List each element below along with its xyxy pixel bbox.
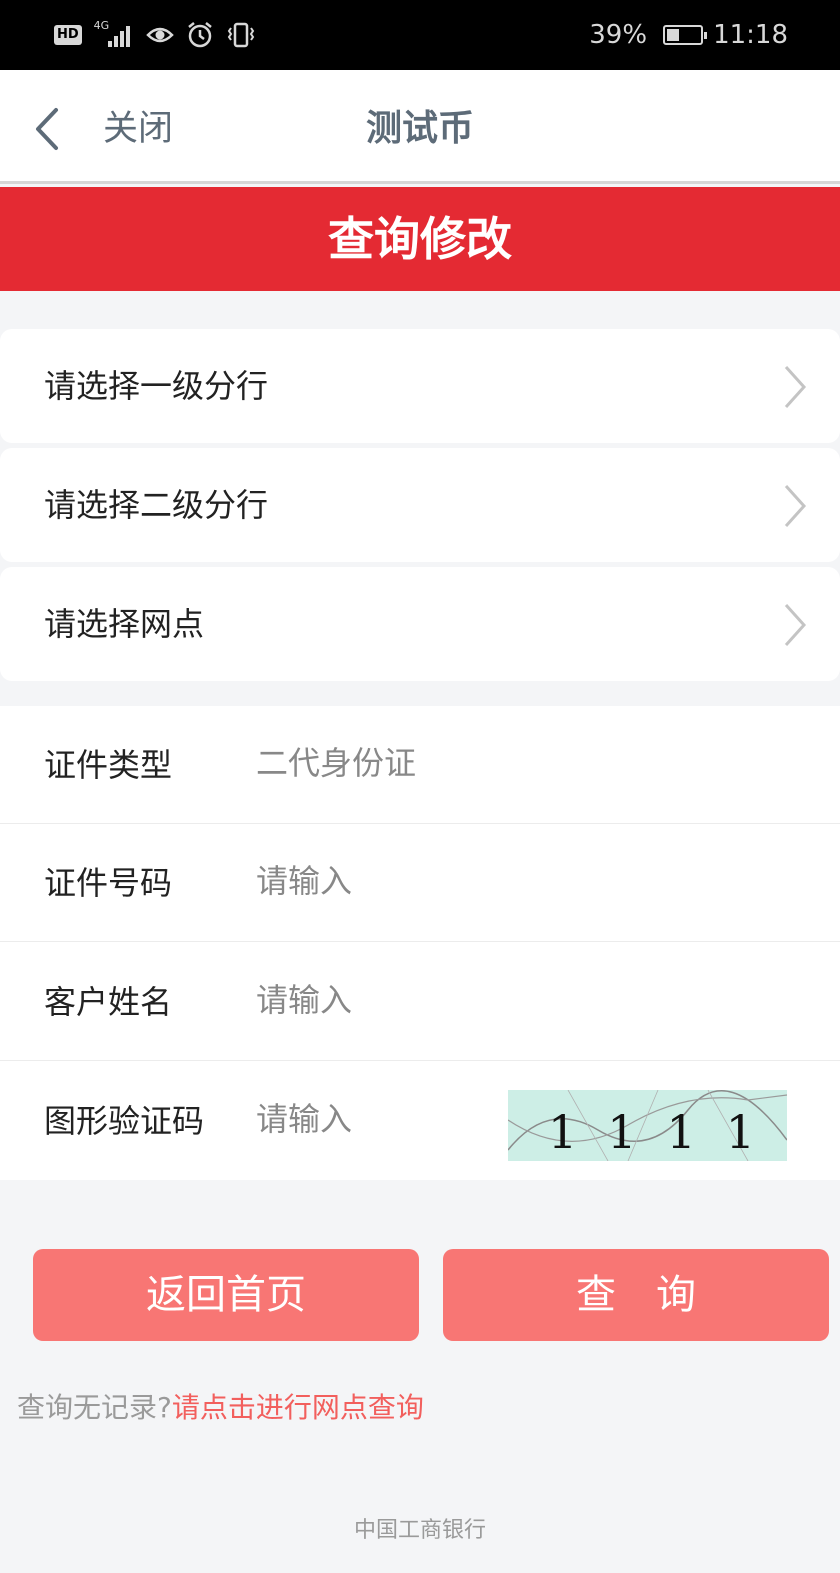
battery-percent: 39% bbox=[589, 20, 648, 50]
status-right: 39% 11:18 bbox=[589, 20, 788, 50]
customer-name-input[interactable]: 请输入 bbox=[256, 943, 352, 1057]
vibrate-icon bbox=[227, 22, 254, 48]
battery-icon bbox=[663, 25, 708, 45]
page-header: 查询修改 bbox=[0, 187, 840, 291]
nav-title: 测试币 bbox=[365, 108, 474, 149]
chevron-right-icon bbox=[784, 484, 807, 528]
select-outlet-label: 请选择网点 bbox=[44, 605, 205, 643]
id-number-input[interactable]: 请输入 bbox=[256, 824, 352, 938]
captcha-input[interactable]: 请输入 bbox=[256, 1062, 352, 1176]
id-type-row[interactable]: 证件类型 二代身份证 bbox=[0, 706, 840, 824]
customer-name-label: 客户姓名 bbox=[44, 983, 173, 1021]
back-arrow-icon[interactable] bbox=[30, 106, 64, 152]
footer-bank-name: 中国工商银行 bbox=[353, 1518, 486, 1543]
status-icons: HD 4G bbox=[54, 19, 256, 49]
query-form: 证件类型 二代身份证 证件号码 请输入 客户姓名 请输入 图形验证码 请输入 1… bbox=[0, 706, 840, 1180]
alarm-icon bbox=[187, 22, 212, 48]
id-type-select[interactable]: 二代身份证 bbox=[256, 706, 416, 820]
no-record-hint: 查询无记录?请点击进行网点查询 bbox=[17, 1388, 424, 1428]
customer-name-row: 客户姓名 请输入 bbox=[0, 943, 840, 1061]
select-primary-branch-label: 请选择一级分行 bbox=[44, 367, 269, 405]
status-bar: HD 4G 39% 11:18 bbox=[0, 0, 840, 70]
hint-text: 查询无记录? bbox=[17, 1391, 172, 1424]
query-button[interactable]: 查询 bbox=[443, 1249, 829, 1341]
select-secondary-branch-label: 请选择二级分行 bbox=[44, 486, 269, 524]
nav-bar: 关闭 测试币 bbox=[0, 70, 840, 184]
select-primary-branch[interactable]: 请选择一级分行 bbox=[0, 329, 840, 443]
captcha-image[interactable]: 1111 bbox=[508, 1090, 787, 1161]
captcha-label: 图形验证码 bbox=[44, 1102, 205, 1140]
select-outlet[interactable]: 请选择网点 bbox=[0, 567, 840, 681]
outlet-query-link[interactable]: 请点击进行网点查询 bbox=[172, 1391, 424, 1424]
id-number-label: 证件号码 bbox=[44, 864, 173, 902]
select-secondary-branch[interactable]: 请选择二级分行 bbox=[0, 448, 840, 562]
captcha-text: 1111 bbox=[548, 1105, 785, 1159]
close-button[interactable]: 关闭 bbox=[103, 106, 173, 152]
eye-icon bbox=[145, 27, 174, 43]
chevron-right-icon bbox=[784, 365, 807, 409]
chevron-right-icon bbox=[784, 603, 807, 647]
signal-icon: 4G bbox=[94, 19, 134, 49]
back-home-button[interactable]: 返回首页 bbox=[33, 1249, 419, 1341]
id-type-label: 证件类型 bbox=[44, 746, 173, 784]
hd-icon: HD bbox=[54, 25, 82, 45]
captcha-row: 图形验证码 请输入 1111 bbox=[0, 1062, 840, 1180]
id-number-row: 证件号码 请输入 bbox=[0, 824, 840, 942]
clock: 11:18 bbox=[713, 20, 788, 50]
